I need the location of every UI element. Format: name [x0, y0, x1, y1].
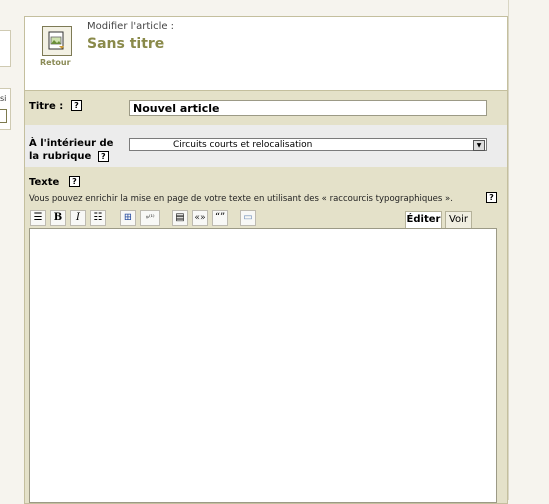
rubrique-select[interactable]: Circuits courts et relocalisation ▼ — [129, 138, 487, 151]
help-icon[interactable]: ? — [71, 100, 82, 111]
rubrique-row: À l'intérieur de la rubrique ? Circuits … — [25, 125, 507, 167]
article-edit-panel: Retour Modifier l'article : Sans titre T… — [24, 16, 508, 504]
link-icon[interactable]: ⊞ — [120, 210, 136, 226]
texte-label: Texte — [29, 177, 60, 188]
tab-editer[interactable]: Éditer — [405, 211, 442, 228]
help-icon[interactable]: ? — [69, 176, 80, 187]
quotes-icon[interactable]: “” — [212, 210, 228, 226]
left-form-fragment: si — [0, 88, 11, 130]
italic-icon[interactable]: I — [70, 210, 86, 226]
page-title: Sans titre — [87, 36, 165, 52]
rubrique-label-block: À l'intérieur de la rubrique ? — [29, 137, 124, 163]
heading-icon[interactable]: ☰ — [30, 210, 46, 226]
raccourcis-hint: Vous pouvez enrichir la mise en page de … — [29, 194, 453, 204]
titre-label: Titre : — [29, 101, 64, 112]
footnote-icon[interactable]: »⁽¹⁾ — [140, 210, 160, 226]
bold-icon[interactable]: B — [50, 210, 66, 226]
left-fragment-field[interactable] — [0, 109, 7, 123]
article-icon — [48, 31, 64, 50]
retour-label[interactable]: Retour — [40, 58, 71, 67]
help-icon[interactable]: ? — [97, 150, 109, 162]
list-icon[interactable]: ☷ — [90, 210, 106, 226]
guillemets-icon[interactable]: «» — [192, 210, 208, 226]
left-fragment-text: si — [0, 94, 7, 103]
titre-row: Titre : ? Nouvel article — [25, 91, 507, 124]
rubrique-selected-value: Circuits courts et relocalisation — [173, 140, 313, 150]
retour-button[interactable] — [42, 26, 72, 56]
article-header: Retour Modifier l'article : Sans titre — [25, 17, 507, 91]
texte-textarea[interactable] — [29, 228, 497, 503]
block-icon[interactable]: ▤ — [172, 210, 188, 226]
tab-voir[interactable]: Voir — [445, 211, 472, 228]
dropdown-arrow-icon[interactable]: ▼ — [473, 140, 485, 151]
left-panel-fragment — [0, 30, 11, 67]
preview-icon[interactable]: ▭ — [240, 210, 256, 226]
modifier-label: Modifier l'article : — [87, 21, 175, 32]
help-icon[interactable]: ? — [486, 192, 497, 203]
page-rail — [508, 0, 509, 500]
titre-input[interactable]: Nouvel article — [129, 100, 487, 116]
